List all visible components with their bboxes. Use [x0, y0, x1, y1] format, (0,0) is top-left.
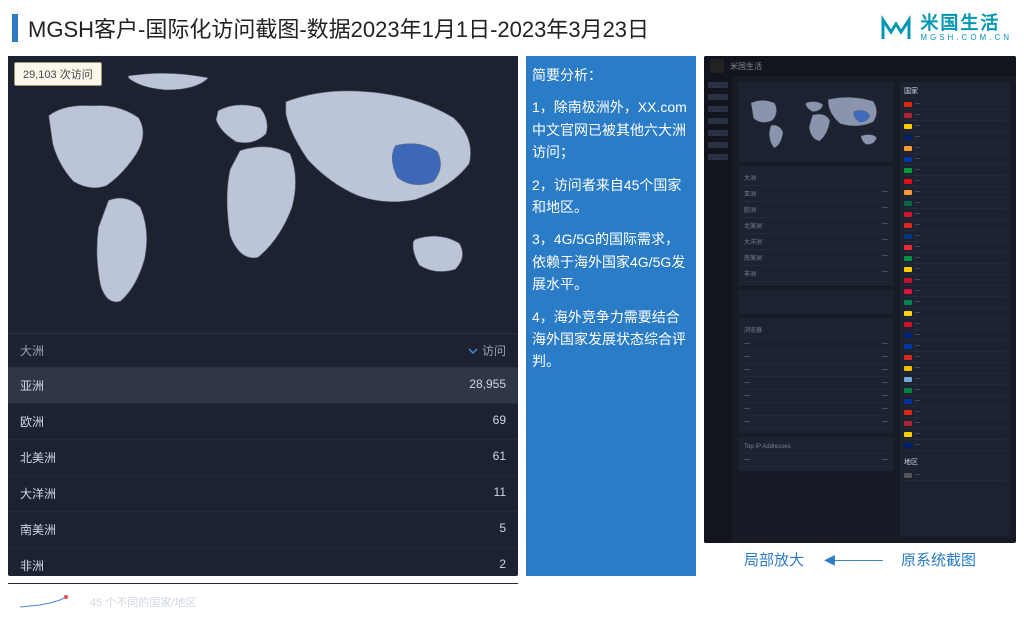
caption-right: 原系统截图	[901, 549, 976, 570]
mini-region-head: 地区	[904, 457, 1006, 467]
cell-name: 亚洲	[20, 377, 44, 394]
mini-country-row[interactable]: ―	[904, 143, 1006, 154]
col-visits-label: 访问	[482, 342, 506, 359]
mini-country-row[interactable]: ―	[904, 242, 1006, 253]
cell-name: 欧洲	[20, 413, 44, 430]
mini-continent-table: 大洲 亚洲―欧洲―北美洲―大洋洲―南美洲―非洲―	[738, 166, 894, 286]
mini-country-row[interactable]: ―	[904, 308, 1006, 319]
sort-icon	[468, 346, 478, 356]
header: MGSH客户-国际化访问截图-数据2023年1月1日-2023年3月23日 米国…	[0, 0, 1024, 56]
body: 29,103 次访问 大洲 访问 亚洲 28,955 欧洲 69 北美洲 61 大洋洲 11 南…	[0, 56, 1024, 576]
sparkline-icon	[20, 595, 80, 609]
map-svg	[8, 56, 518, 333]
table-row[interactable]: 欧洲 69	[8, 404, 518, 440]
table-row[interactable]: 亚洲 28,955	[8, 368, 518, 404]
table-row[interactable]: 北美洲 61	[8, 440, 518, 476]
mini-country-row[interactable]: ―	[904, 264, 1006, 275]
mini-topbar: 米国生活	[704, 56, 1016, 76]
zoomed-panel: 29,103 次访问 大洲 访问 亚洲 28,955 欧洲 69 北美洲 61 大洋洲 11 南…	[8, 56, 518, 576]
mini-country-row[interactable]: ―	[904, 385, 1006, 396]
cell-value: 28,955	[469, 377, 506, 394]
mini-country-row[interactable]: ―	[904, 132, 1006, 143]
cell-value: 2	[499, 557, 506, 574]
page-title: MGSH客户-国际化访问截图-数据2023年1月1日-2023年3月23日	[28, 12, 649, 44]
cell-value: 61	[493, 449, 506, 466]
analysis-p4: 4，海外竞争力需要结合海外国家发展状态综合评判。	[532, 306, 690, 373]
mini-country-row[interactable]: ―	[904, 121, 1006, 132]
mini-country-row[interactable]: ―	[904, 165, 1006, 176]
col-visits-sort[interactable]: 访问	[468, 342, 506, 359]
caption-left: 局部放大	[744, 549, 804, 570]
table-row[interactable]: 大洋洲 11	[8, 476, 518, 512]
mini-country-row[interactable]: ―	[904, 275, 1006, 286]
mini-country-row[interactable]: ―	[904, 187, 1006, 198]
mini-country-row[interactable]: ―	[904, 374, 1006, 385]
cell-value: 11	[494, 485, 506, 502]
cell-name: 北美洲	[20, 449, 56, 466]
mini-country-row[interactable]: ―	[904, 418, 1006, 429]
mini-ip-head: Top IP Addresses	[744, 444, 791, 450]
accent-bar	[12, 14, 18, 42]
mini-country-row[interactable]: ―	[904, 429, 1006, 440]
mini-country-row[interactable]: ―	[904, 231, 1006, 242]
arrow-icon: ◀————	[824, 551, 881, 568]
cell-name: 大洋洲	[20, 485, 56, 502]
mini-country-row[interactable]: ―	[904, 253, 1006, 264]
table-row[interactable]: 非洲 2	[8, 548, 518, 584]
analysis-panel: 简要分析： 1，除南极洲外，XX.com中文官网已被其他六大洲访问； 2，访问者…	[526, 56, 696, 576]
mini-country-row[interactable]: ―	[904, 407, 1006, 418]
analysis-p1: 1，除南极洲外，XX.com中文官网已被其他六大洲访问；	[532, 96, 690, 163]
mini-logo-icon	[710, 59, 724, 73]
title-wrap: MGSH客户-国际化访问截图-数据2023年1月1日-2023年3月23日	[12, 12, 649, 44]
mini-country-row[interactable]: ―	[904, 440, 1006, 451]
mini-country-row[interactable]: ―	[904, 319, 1006, 330]
mini-country-row[interactable]: ―	[904, 209, 1006, 220]
mini-sidebar[interactable]	[704, 76, 732, 543]
original-panel: 米国生活 大洲 亚洲―欧洲―北美洲―大洋洲―南美洲―非洲― 浏览器	[704, 56, 1016, 576]
mini-country-panel: 国家 ―――――――――――――――――――――――――――――――― 地区 ―	[900, 82, 1010, 537]
logo-icon	[880, 14, 912, 42]
mini-country-row[interactable]: ―	[904, 297, 1006, 308]
mini-country-row[interactable]: ―	[904, 176, 1006, 187]
col-continent: 大洲	[20, 342, 44, 359]
logo-text-cn: 米国生活	[920, 14, 1012, 32]
footer-text: 45 个不同的国家/地区	[90, 594, 196, 610]
mini-country-row[interactable]: ―	[904, 99, 1006, 110]
system-screenshot: 米国生活 大洲 亚洲―欧洲―北美洲―大洋洲―南美洲―非洲― 浏览器	[704, 56, 1016, 543]
continent-table: 亚洲 28,955 欧洲 69 北美洲 61 大洋洲 11 南美洲 5 非洲 2	[8, 368, 518, 584]
table-header: 大洲 访问	[8, 334, 518, 368]
caption-row: 局部放大 ◀———— 原系统截图	[704, 543, 1016, 576]
mini-world-map[interactable]	[738, 82, 894, 162]
mini-country-row[interactable]: ―	[904, 220, 1006, 231]
table-row[interactable]: 南美洲 5	[8, 512, 518, 548]
mini-country-row[interactable]: ―	[904, 363, 1006, 374]
mini-country-row[interactable]: ―	[904, 396, 1006, 407]
brand-logo: 米国生活 MGSH.COM.CN	[880, 14, 1012, 42]
mini-country-row[interactable]: ―	[904, 341, 1006, 352]
cell-value: 5	[499, 521, 506, 538]
logo-text-en: MGSH.COM.CN	[920, 34, 1012, 42]
analysis-p2: 2，访问者来自45个国家和地区。	[532, 174, 690, 219]
cell-name: 南美洲	[20, 521, 56, 538]
cell-value: 69	[493, 413, 506, 430]
mini-sparkline-box	[738, 290, 894, 314]
mini-country-row[interactable]: ―	[904, 110, 1006, 121]
mini-country-row[interactable]: ―	[904, 154, 1006, 165]
mini-browser-table: 浏览器 ―― ―― ―― ―― ―― ―― ――	[738, 318, 894, 433]
table-footer: 45 个不同的国家/地区	[8, 584, 518, 620]
mini-ip-table: Top IP Addresses ――	[738, 437, 894, 471]
analysis-p3: 3，4G/5G的国际需求，依赖于海外国家4G/5G发展水平。	[532, 228, 690, 295]
mini-col-head: 大洲	[744, 173, 756, 182]
analysis-heading: 简要分析：	[532, 64, 690, 86]
mini-country-row[interactable]: ―	[904, 286, 1006, 297]
mini-country-head: 国家	[904, 86, 1006, 96]
mini-country-row[interactable]: ―	[904, 198, 1006, 209]
world-map[interactable]: 29,103 次访问	[8, 56, 518, 334]
mini-title: 米国生活	[730, 61, 762, 72]
mini-country-row[interactable]: ―	[904, 352, 1006, 363]
cell-name: 非洲	[20, 557, 44, 574]
mini-country-row[interactable]: ―	[904, 330, 1006, 341]
